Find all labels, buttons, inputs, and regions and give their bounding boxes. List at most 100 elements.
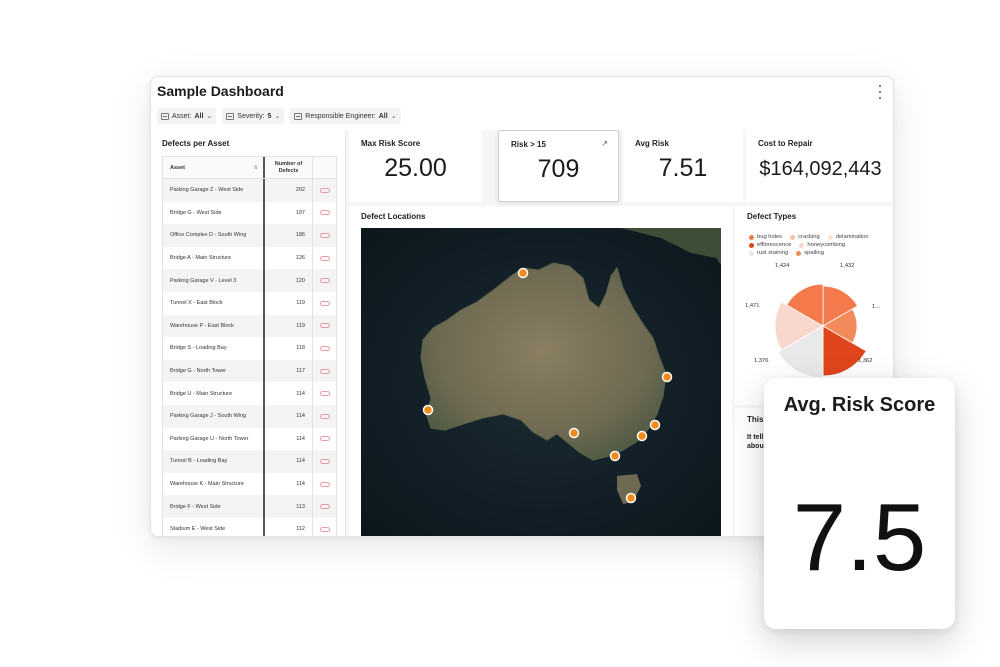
cell-asset: Bridge U - Main Structure — [163, 382, 265, 405]
link-icon[interactable] — [319, 391, 330, 397]
column-header-number-of-defects[interactable]: Number of Defects — [265, 157, 313, 178]
map-marker[interactable] — [625, 492, 637, 504]
legend-swatch — [749, 234, 754, 240]
table-row[interactable]: Office Complex D - South Wing 186 — [163, 224, 336, 247]
map-marker[interactable] — [422, 404, 434, 416]
link-icon[interactable] — [319, 278, 330, 284]
link-icon[interactable] — [319, 323, 330, 329]
panel-title: Defects per Asset — [162, 139, 230, 148]
cell-asset: Parking Garage J - South Wing — [163, 404, 265, 428]
row-action[interactable] — [313, 495, 336, 518]
row-action[interactable] — [313, 337, 336, 360]
link-icon[interactable] — [319, 187, 330, 193]
row-action[interactable] — [313, 518, 336, 536]
cell-count: 114 — [265, 450, 313, 473]
pie-label: 1... — [872, 304, 881, 310]
kpi-cost-to-repair[interactable]: Cost to Repair $164,092,443 — [746, 130, 893, 202]
legend-item[interactable]: bug holes — [749, 234, 782, 240]
map-marker[interactable] — [568, 427, 580, 439]
defect-types-pie[interactable] — [755, 268, 894, 388]
cell-asset: Tunnel X - East Block — [163, 291, 265, 315]
pie-label: 1,362 — [858, 358, 873, 364]
table-row[interactable]: Warehouse P - East Block 119 — [163, 314, 336, 338]
link-icon[interactable] — [319, 526, 330, 532]
table-row[interactable]: Stadium E - West Side 112 — [163, 517, 336, 536]
pie-slices — [774, 283, 867, 379]
filter-severity[interactable]: Severity: 5 ⌄ — [222, 108, 285, 124]
cell-count: 117 — [265, 359, 313, 383]
legend-item[interactable]: honeycombing — [799, 242, 845, 248]
table-row[interactable]: Parking Garage V - Level 3 120 — [163, 269, 336, 292]
filter-asset[interactable]: Asset: All ⌄ — [157, 108, 217, 124]
cell-count: 197 — [265, 201, 313, 225]
link-icon[interactable] — [319, 458, 330, 464]
row-action[interactable] — [313, 360, 336, 383]
link-icon[interactable] — [319, 436, 330, 442]
map-marker[interactable] — [649, 419, 661, 431]
cell-asset: Stadium E - West Side — [163, 517, 265, 536]
map-view[interactable] — [361, 228, 721, 536]
cell-count: 114 — [265, 427, 313, 451]
link-icon[interactable] — [319, 368, 330, 374]
map-marker[interactable] — [609, 450, 621, 462]
link-icon[interactable] — [319, 413, 330, 419]
link-icon[interactable] — [319, 345, 330, 351]
row-action[interactable] — [313, 428, 336, 451]
row-action[interactable] — [313, 247, 336, 270]
row-action[interactable] — [313, 315, 336, 338]
table-row[interactable]: Bridge F - West Side 113 — [163, 495, 336, 518]
more-options-icon[interactable] — [875, 85, 885, 99]
map-marker[interactable] — [636, 430, 648, 442]
kpi-avg-risk[interactable]: Avg Risk 7.51 — [623, 130, 743, 202]
link-icon[interactable] — [319, 300, 330, 306]
cell-count: 119 — [265, 314, 313, 338]
link-icon[interactable] — [319, 481, 330, 487]
table-row[interactable]: Warehouse K - Main Structure 114 — [163, 472, 336, 496]
table-row[interactable]: Tunnel B - Loading Bay 114 — [163, 450, 336, 473]
map-svg[interactable] — [361, 228, 721, 536]
filter-responsible-engineer[interactable]: Responsible Engineer: All ⌄ — [290, 108, 401, 124]
panel-title: Defect Locations — [361, 212, 426, 221]
row-action[interactable] — [313, 473, 336, 496]
column-header-label: Asset — [170, 164, 185, 171]
table-row[interactable]: Parking Garage J - South Wing 114 — [163, 404, 336, 428]
row-action[interactable] — [313, 224, 336, 247]
table-row[interactable]: Bridge U - Main Structure 114 — [163, 382, 336, 405]
kpi-max-risk-score[interactable]: Max Risk Score 25.00 — [349, 130, 482, 202]
row-action[interactable] — [313, 292, 336, 315]
link-icon[interactable] — [319, 210, 330, 216]
link-icon[interactable] — [319, 255, 330, 261]
row-action[interactable] — [313, 202, 336, 225]
map-marker[interactable] — [661, 371, 673, 383]
row-action[interactable] — [313, 450, 336, 473]
text-panel-title: This — [747, 415, 764, 424]
row-action[interactable] — [313, 405, 336, 428]
cell-asset: Parking Garage V - Level 3 — [163, 269, 265, 292]
table-row[interactable]: Bridge G - West Side 197 — [163, 201, 336, 225]
column-header-asset[interactable]: Asset ⇅ — [163, 157, 265, 178]
pie-label: 1,471 — [745, 303, 760, 309]
table-row[interactable]: Parking Garage Z - West Side 202 — [163, 179, 336, 202]
kpi-risk-over-15[interactable]: Risk > 15 ↗ 709 — [498, 130, 619, 202]
column-header-action — [313, 157, 336, 178]
kpi-value: 7.51 — [658, 154, 708, 182]
table-row[interactable]: Bridge G - North Tower 117 — [163, 359, 336, 383]
table-row[interactable]: Bridge S - Loading Bay 118 — [163, 337, 336, 360]
link-icon[interactable] — [319, 504, 330, 510]
legend-item[interactable]: rust staining — [749, 250, 788, 256]
legend-item[interactable]: spalling — [796, 250, 824, 256]
table-row[interactable]: Tunnel X - East Block 119 — [163, 291, 336, 315]
expand-icon[interactable]: ↗ — [601, 139, 608, 148]
legend-item[interactable]: delamination — [827, 234, 869, 240]
table-row[interactable]: Parking Garage U - North Tower 114 — [163, 427, 336, 451]
map-marker[interactable] — [517, 267, 529, 279]
kpi-value: $164,092,443 — [759, 158, 882, 180]
row-action[interactable] — [313, 269, 336, 292]
link-icon[interactable] — [319, 232, 330, 238]
row-action[interactable] — [313, 179, 336, 202]
sort-icon[interactable]: ⇅ — [254, 165, 258, 171]
legend-item[interactable]: cracking — [790, 234, 820, 240]
row-action[interactable] — [313, 382, 336, 405]
table-row[interactable]: Bridge A - Main Structure 126 — [163, 246, 336, 270]
legend-item[interactable]: efflorescence — [749, 242, 791, 248]
